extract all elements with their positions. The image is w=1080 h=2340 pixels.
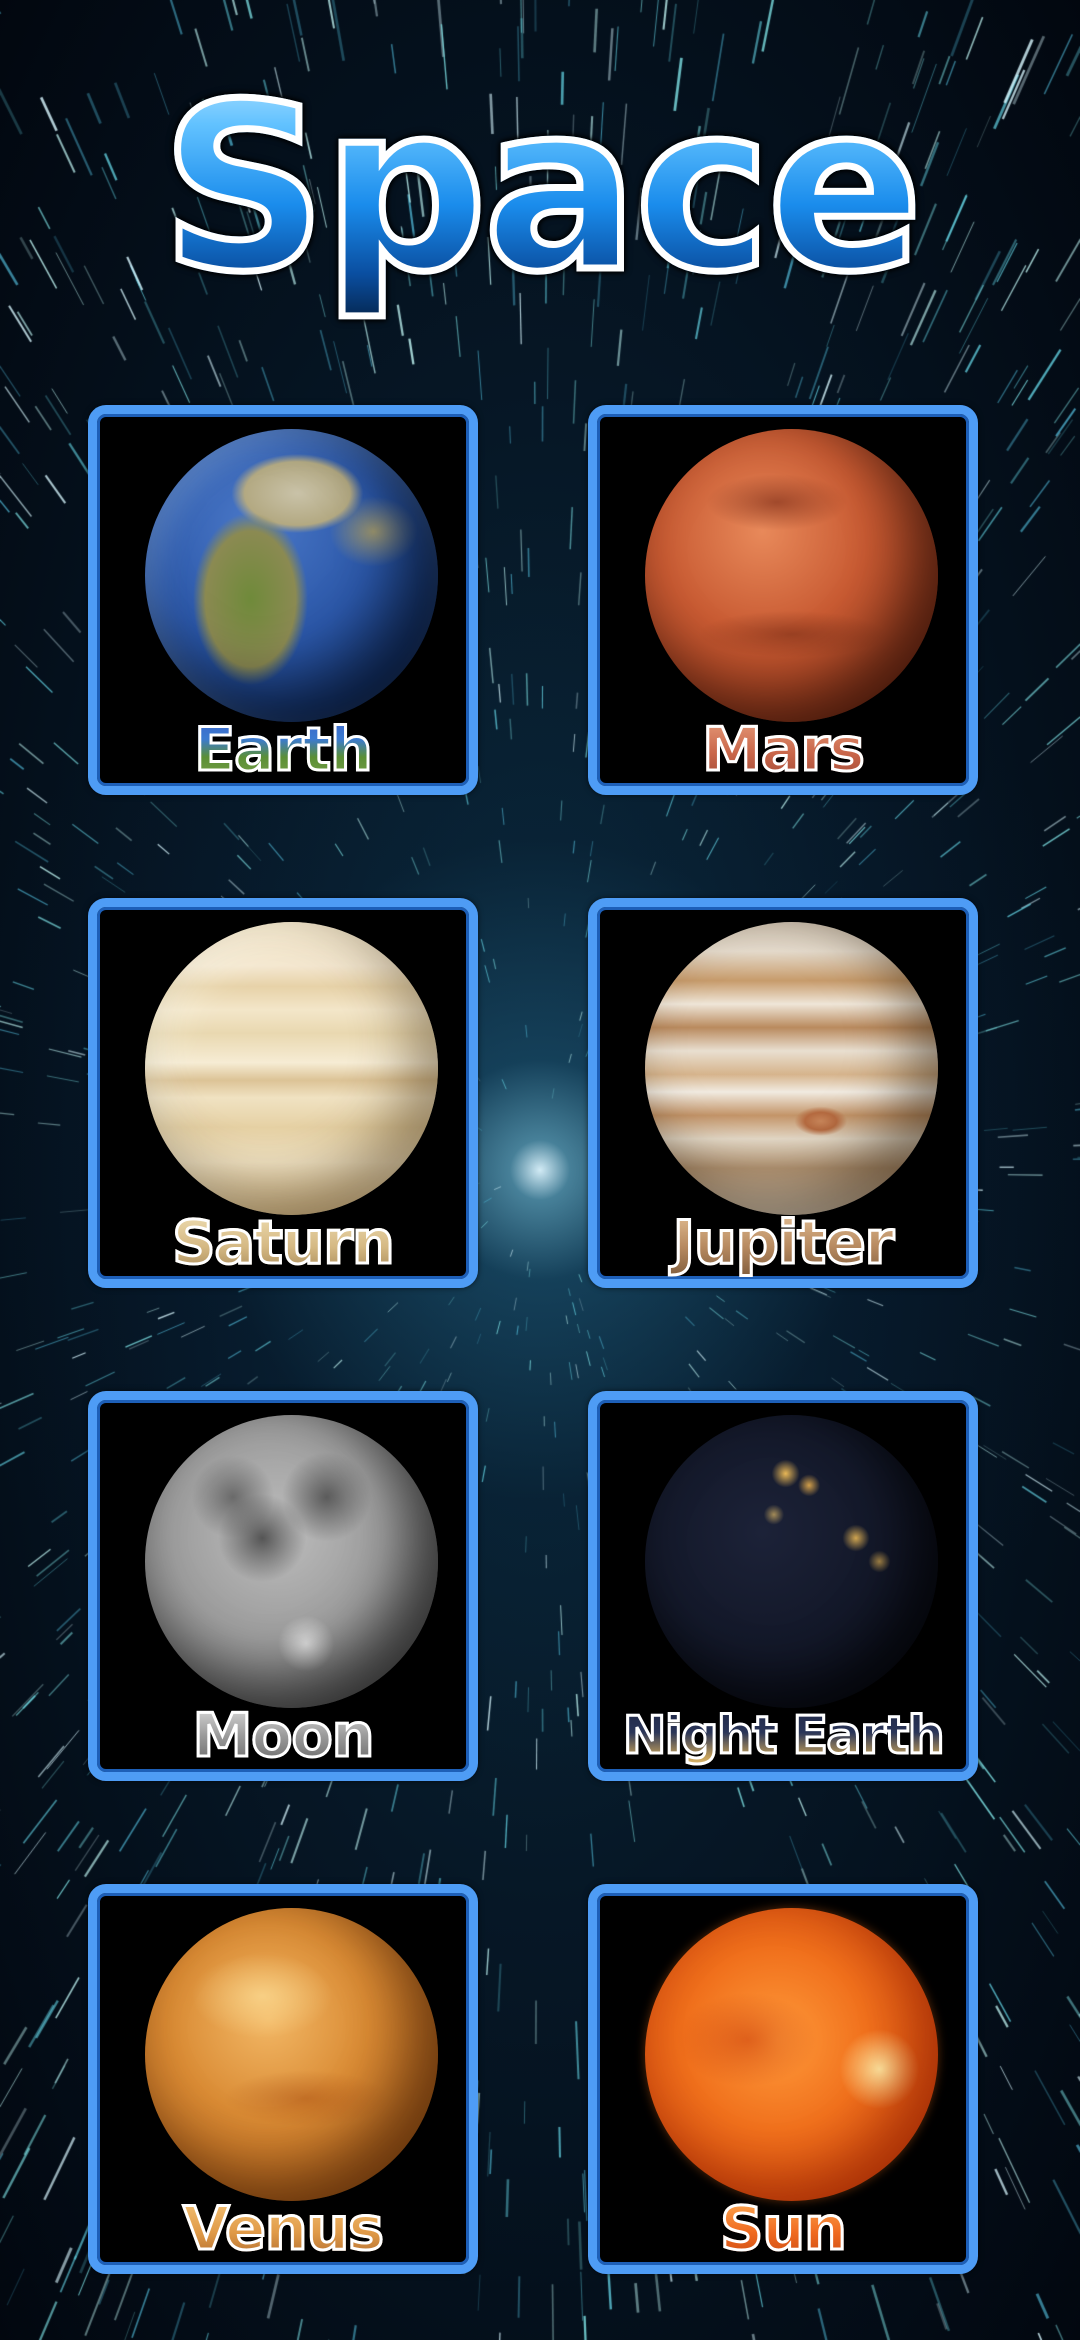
card-label-sun: Sun: [597, 2193, 969, 2266]
card-label-earth: Earth: [97, 714, 469, 787]
page-title: Space: [0, 40, 1080, 340]
venus-planet-icon: [145, 1908, 438, 2201]
earth-planet-icon: [145, 429, 438, 722]
card-label-jupiter: Jupiter: [597, 1207, 969, 1280]
moon-icon: [145, 1415, 438, 1708]
moon-card[interactable]: Moon: [88, 1391, 478, 1781]
saturn-card[interactable]: Saturn: [88, 898, 478, 1288]
mars-planet-icon: [645, 429, 938, 722]
card-label-venus: Venus: [97, 2193, 469, 2266]
earth-card[interactable]: Earth: [88, 405, 478, 795]
jupiter-card[interactable]: Jupiter: [588, 898, 978, 1288]
card-label-moon: Moon: [97, 1700, 469, 1773]
sun-icon: [645, 1908, 938, 2201]
card-label-night-earth: Night Earth: [597, 1700, 969, 1772]
night-earth-icon: [645, 1415, 938, 1708]
sun-card[interactable]: Sun: [588, 1884, 978, 2274]
venus-card[interactable]: Venus: [88, 1884, 478, 2274]
card-label-saturn: Saturn: [97, 1207, 469, 1280]
saturn-planet-icon: [145, 922, 438, 1215]
night-earth-card[interactable]: Night Earth: [588, 1391, 978, 1781]
card-label-mars: Mars: [597, 714, 969, 787]
mars-card[interactable]: Mars: [588, 405, 978, 795]
jupiter-planet-icon: [645, 922, 938, 1215]
